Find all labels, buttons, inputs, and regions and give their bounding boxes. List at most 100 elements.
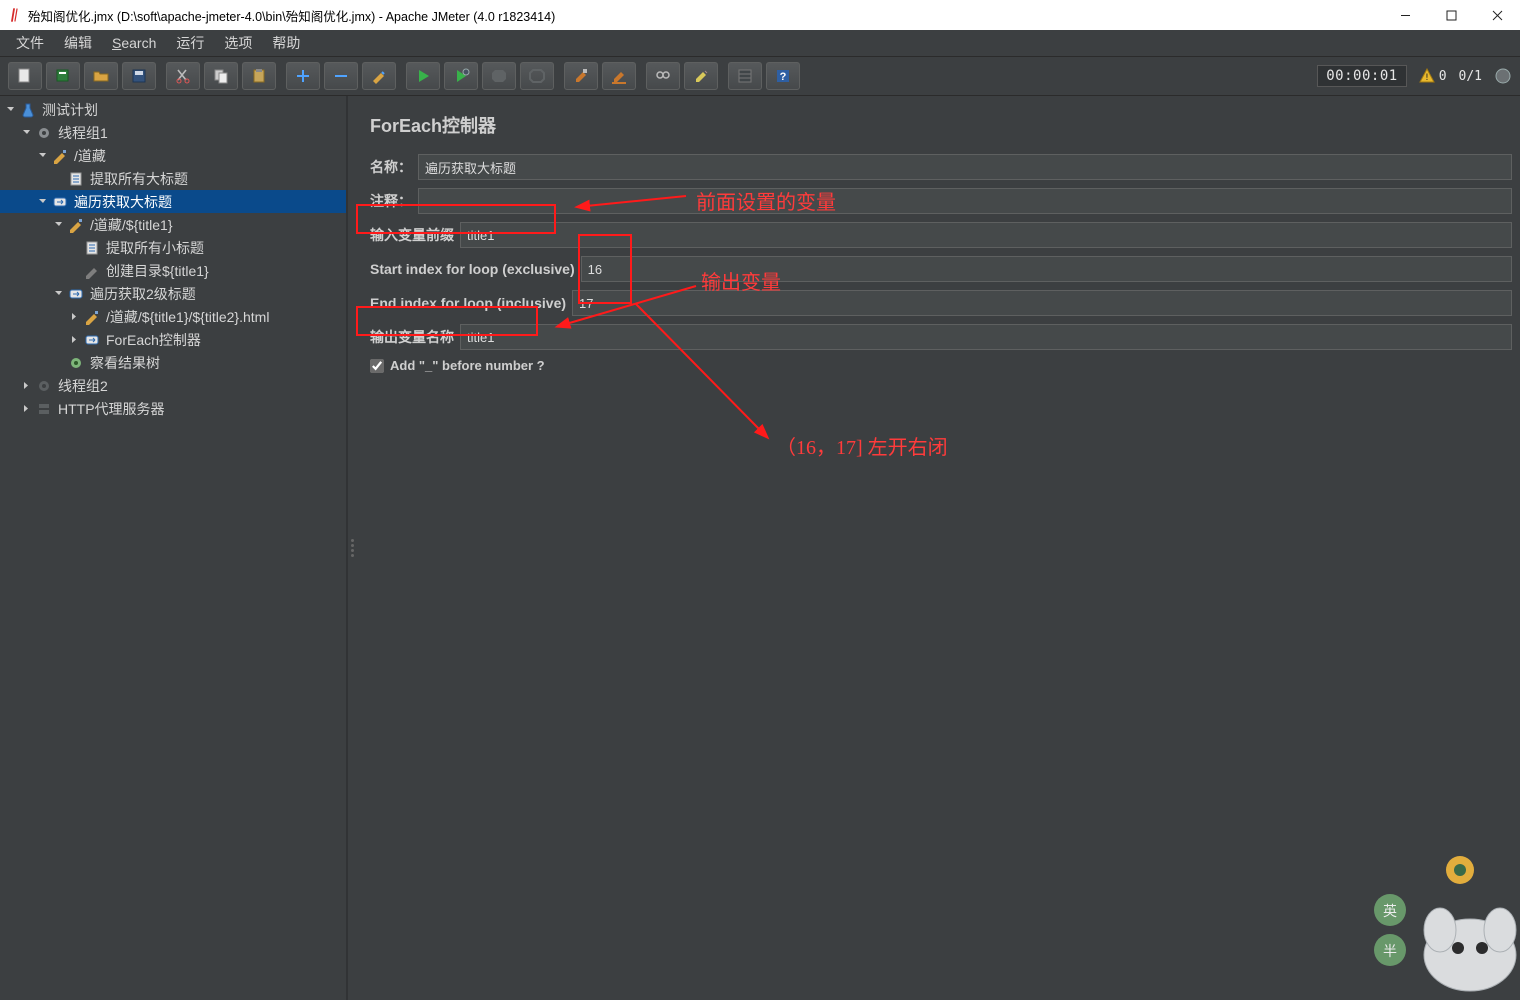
chevron-down-icon[interactable] bbox=[52, 289, 64, 298]
add-underscore-checkbox[interactable] bbox=[370, 359, 384, 373]
chevron-down-icon[interactable] bbox=[36, 197, 48, 206]
tree-node[interactable]: 线程组1 bbox=[0, 121, 346, 144]
eye-icon bbox=[66, 355, 86, 371]
flask-icon bbox=[18, 102, 38, 118]
menu-run[interactable]: 运行 bbox=[166, 30, 214, 56]
remove-button[interactable] bbox=[324, 62, 358, 90]
reset-search-button[interactable] bbox=[684, 62, 718, 90]
tree-node[interactable]: 提取所有大标题 bbox=[0, 167, 346, 190]
window-title: 殆知阁优化.jmx (D:\soft\apache-jmeter-4.0\bin… bbox=[28, 6, 555, 25]
comment-label: 注释： bbox=[370, 191, 418, 211]
window-close-button[interactable] bbox=[1474, 0, 1520, 30]
end-index-input[interactable] bbox=[572, 290, 1512, 316]
toolbar: ? 00:00:01 ! 0 0/1 bbox=[0, 56, 1520, 96]
menu-help[interactable]: 帮助 bbox=[262, 30, 310, 56]
tree-node[interactable]: 察看结果树 bbox=[0, 351, 346, 374]
tree-node[interactable]: 创建目录${title1} bbox=[0, 259, 346, 282]
loop-icon bbox=[66, 286, 86, 302]
elapsed-timer: 00:00:01 bbox=[1317, 65, 1406, 87]
run-no-timers-button[interactable] bbox=[444, 62, 478, 90]
warning-count[interactable]: ! 0 bbox=[1419, 68, 1447, 84]
edit-toggle-button[interactable] bbox=[362, 62, 396, 90]
pane-splitter[interactable] bbox=[348, 96, 356, 1000]
tree-node-label: 创建目录${title1} bbox=[106, 261, 209, 281]
run-status: 0/1 bbox=[1459, 69, 1482, 84]
chevron-down-icon[interactable] bbox=[52, 220, 64, 229]
svg-text:半: 半 bbox=[1383, 943, 1397, 959]
tree-node[interactable]: 测试计划 bbox=[0, 98, 346, 121]
tree-node-label: 测试计划 bbox=[42, 100, 98, 120]
annotation-text-3: （16，17] 左开右闭 bbox=[776, 431, 948, 460]
menu-options[interactable]: 选项 bbox=[214, 30, 262, 56]
tree-node[interactable]: /道藏 bbox=[0, 144, 346, 167]
search-button[interactable] bbox=[646, 62, 680, 90]
save-button[interactable] bbox=[122, 62, 156, 90]
new-button[interactable] bbox=[8, 62, 42, 90]
chevron-right-icon[interactable] bbox=[68, 335, 80, 344]
tree-node-label: /道藏/${title1} bbox=[90, 215, 173, 235]
chevron-down-icon[interactable] bbox=[4, 105, 16, 114]
clear-all-button[interactable] bbox=[602, 62, 636, 90]
chevron-down-icon[interactable] bbox=[20, 128, 32, 137]
pencil-icon bbox=[50, 148, 70, 164]
paste-button[interactable] bbox=[242, 62, 276, 90]
tree-node-label: 遍历获取大标题 bbox=[74, 192, 172, 212]
templates-button[interactable] bbox=[46, 62, 80, 90]
comment-input[interactable] bbox=[418, 188, 1512, 214]
menu-edit[interactable]: 编辑 bbox=[54, 30, 102, 56]
tree-node[interactable]: ForEach控制器 bbox=[0, 328, 346, 351]
help-button[interactable]: ? bbox=[766, 62, 800, 90]
shutdown-button[interactable] bbox=[520, 62, 554, 90]
input-prefix-input[interactable] bbox=[460, 222, 1512, 248]
stop-button[interactable] bbox=[482, 62, 516, 90]
chevron-right-icon[interactable] bbox=[68, 312, 80, 321]
menu-file[interactable]: 文件 bbox=[6, 30, 54, 56]
run-button[interactable] bbox=[406, 62, 440, 90]
chevron-right-icon[interactable] bbox=[20, 381, 32, 390]
copy-button[interactable] bbox=[204, 62, 238, 90]
tree-node[interactable]: /道藏/${title1}/${title2}.html bbox=[0, 305, 346, 328]
loop-icon bbox=[50, 194, 70, 210]
mascot-decoration: 英 半 bbox=[1340, 840, 1520, 1000]
menu-search[interactable]: Search bbox=[102, 32, 166, 54]
tree-node[interactable]: 遍历获取大标题 bbox=[0, 190, 346, 213]
chevron-down-icon[interactable] bbox=[36, 151, 48, 160]
tree-node-label: 提取所有小标题 bbox=[106, 238, 204, 258]
tree-node[interactable]: 线程组2 bbox=[0, 374, 346, 397]
name-input[interactable] bbox=[418, 154, 1512, 180]
svg-text:英: 英 bbox=[1383, 903, 1397, 919]
tree-node[interactable]: 提取所有小标题 bbox=[0, 236, 346, 259]
cut-button[interactable] bbox=[166, 62, 200, 90]
function-helper-button[interactable] bbox=[728, 62, 762, 90]
window-minimize-button[interactable] bbox=[1382, 0, 1428, 30]
warning-count-value: 0 bbox=[1439, 69, 1447, 84]
menubar: 文件 编辑 Search 运行 选项 帮助 bbox=[0, 30, 1520, 56]
jmeter-app-icon bbox=[8, 8, 22, 22]
server-dim-icon bbox=[34, 401, 54, 417]
open-button[interactable] bbox=[84, 62, 118, 90]
start-index-label: Start index for loop (exclusive) bbox=[370, 261, 581, 277]
svg-text:?: ? bbox=[780, 71, 787, 83]
clear-button[interactable] bbox=[564, 62, 598, 90]
tree-node[interactable]: /道藏/${title1} bbox=[0, 213, 346, 236]
window-maximize-button[interactable] bbox=[1428, 0, 1474, 30]
threads-status-icon bbox=[1494, 67, 1512, 85]
tree-node-label: /道藏/${title1}/${title2}.html bbox=[106, 307, 269, 327]
add-button[interactable] bbox=[286, 62, 320, 90]
test-plan-tree[interactable]: 测试计划线程组1/道藏提取所有大标题遍历获取大标题/道藏/${title1} 提取… bbox=[0, 96, 348, 1000]
pencil-dim-icon bbox=[82, 263, 102, 279]
loop-icon bbox=[82, 332, 102, 348]
chevron-right-icon[interactable] bbox=[20, 404, 32, 413]
editor-panel: ForEach控制器 名称： 注释： 输入变量前缀 Start index fo… bbox=[356, 96, 1520, 1000]
pencil-icon bbox=[66, 217, 86, 233]
start-index-input[interactable] bbox=[581, 256, 1512, 282]
tree-node[interactable]: HTTP代理服务器 bbox=[0, 397, 346, 420]
gear-icon bbox=[34, 125, 54, 141]
output-var-input[interactable] bbox=[460, 324, 1512, 350]
output-var-label: 输出变量名称 bbox=[370, 327, 460, 347]
doc-icon bbox=[66, 171, 86, 187]
add-underscore-label[interactable]: Add "_" before number ? bbox=[390, 358, 545, 373]
end-index-label: End index for loop (inclusive) bbox=[370, 295, 572, 311]
tree-node[interactable]: 遍历获取2级标题 bbox=[0, 282, 346, 305]
tree-node-label: /道藏 bbox=[74, 146, 106, 166]
